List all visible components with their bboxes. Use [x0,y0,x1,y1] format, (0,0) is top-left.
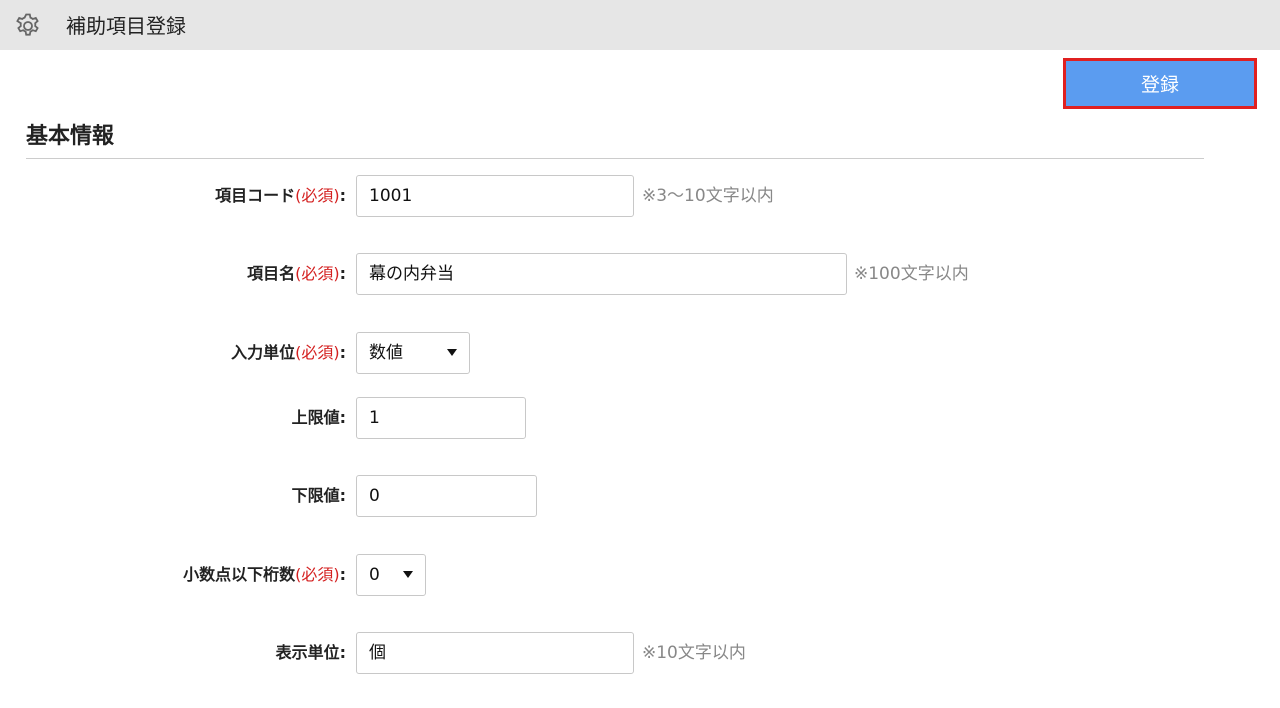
upper-limit-row: 上限値: 1 [0,397,1280,439]
item-name-row: 項目名(必須): 幕の内弁当 ※100文字以内 [0,253,1280,295]
lower-limit-label: 下限値: [291,486,346,505]
upper-limit-input[interactable]: 1 [356,397,526,439]
upper-limit-label: 上限値: [291,408,346,427]
decimal-places-label: 小数点以下桁数(必須): [183,565,346,584]
required-mark: (必須) [295,186,340,205]
input-unit-row: 入力単位(必須): 数値 [0,332,1280,374]
decimal-places-row: 小数点以下桁数(必須): 0 [0,554,1280,596]
required-mark: (必須) [295,565,340,584]
decimal-places-select[interactable]: 0 [356,554,426,596]
required-mark: (必須) [295,264,340,283]
item-code-hint: ※3〜10文字以内 [642,186,774,206]
input-unit-select[interactable]: 数値 [356,332,470,374]
display-unit-input[interactable]: 個 [356,632,634,674]
lower-limit-input[interactable]: 0 [356,475,537,517]
required-mark: (必須) [295,343,340,362]
caret-down-icon [447,349,457,356]
register-button[interactable]: 登録 [1063,58,1257,109]
item-code-label: 項目コード(必須): [215,186,346,205]
lower-limit-row: 下限値: 0 [0,475,1280,517]
section-divider [26,158,1204,159]
input-unit-label: 入力単位(必須): [231,343,346,362]
display-unit-hint: ※10文字以内 [642,643,746,663]
item-code-row: 項目コード(必須): 1001 ※3〜10文字以内 [0,175,1280,217]
gear-icon [16,13,39,36]
display-unit-row: 表示単位: 個 ※10文字以内 [0,632,1280,674]
title-bar: 補助項目登録 [0,0,1280,50]
item-code-input[interactable]: 1001 [356,175,634,217]
item-name-label: 項目名(必須): [247,264,346,283]
item-name-input[interactable]: 幕の内弁当 [356,253,847,295]
caret-down-icon [403,571,413,578]
section-title: 基本情報 [26,124,115,149]
decimal-places-value: 0 [369,565,380,585]
input-unit-value: 数値 [369,343,403,363]
item-name-hint: ※100文字以内 [854,264,969,284]
page-title: 補助項目登録 [66,14,186,38]
display-unit-label: 表示単位: [275,643,346,662]
